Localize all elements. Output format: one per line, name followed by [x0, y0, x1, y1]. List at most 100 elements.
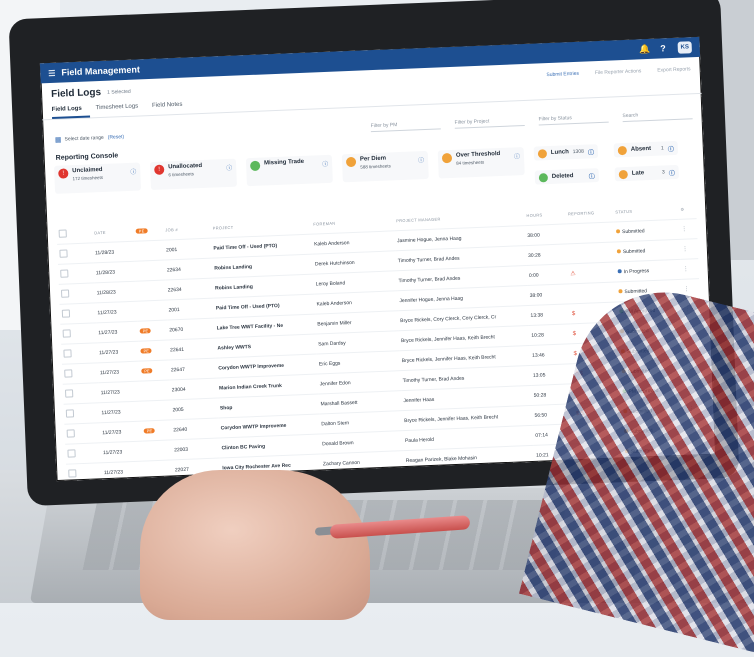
row-checkbox[interactable] [58, 282, 96, 305]
console-mini-card[interactable]: Deleted ⓘ [534, 168, 600, 185]
row-hours: 0:00 [526, 263, 569, 286]
info-icon[interactable]: ⓘ [130, 167, 136, 176]
row-checkbox[interactable] [62, 382, 100, 405]
row-checkbox[interactable] [61, 342, 98, 365]
row-date: 11/27/23 [98, 381, 141, 403]
info-icon[interactable]: ⓘ [226, 163, 232, 172]
row-date: 11/27/23 [96, 341, 139, 363]
date-range-picker[interactable]: ▦ Select date range (Reset) [55, 133, 124, 144]
row-job: 2005 [170, 398, 219, 420]
row-job: 22634 [165, 278, 214, 301]
row-job: 22640 [170, 418, 220, 440]
row-menu-icon[interactable]: ⋮ [680, 258, 700, 280]
date-range-reset[interactable]: (Reset) [108, 134, 125, 141]
console-card[interactable]: Missing Trade ⓘ [245, 154, 333, 187]
mini-card-count: 1 [660, 145, 664, 152]
status-dot-icon [617, 268, 622, 273]
pe-flag-badge: PE [143, 427, 156, 434]
row-menu-icon[interactable]: ⋮ [678, 218, 698, 240]
column-header-hours[interactable]: HOURS [524, 201, 566, 225]
info-icon[interactable]: ⓘ [588, 147, 594, 156]
row-checkbox[interactable] [59, 302, 96, 325]
status-dot-icon: ! [154, 164, 165, 175]
row-flag: PE [138, 359, 170, 382]
status-dot-icon [537, 148, 548, 158]
console-card[interactable]: Over Threshold 84 timesheets ⓘ [437, 147, 525, 179]
submit-entries-link[interactable]: Submit Entries [546, 70, 579, 77]
column-header-job[interactable]: JOB # [163, 216, 211, 240]
status-dot-icon: ! [58, 168, 69, 179]
status-badge: Submitted [622, 247, 646, 255]
notification-icon[interactable]: 🔔 [639, 43, 651, 54]
console-card[interactable]: Per Diem 588 timesheets ⓘ [341, 150, 429, 183]
app-menu-icon[interactable]: ☰ [48, 68, 56, 77]
info-icon[interactable]: ⓘ [418, 155, 424, 164]
row-checkbox[interactable] [63, 402, 100, 425]
row-status: Submitted [613, 219, 680, 242]
console-mini-card[interactable]: Late 3 ⓘ [614, 164, 680, 182]
row-job: 20670 [166, 318, 216, 341]
column-header-reporting[interactable]: REPORTING [565, 200, 613, 224]
row-status: Submitted [614, 239, 681, 262]
row-job: 23004 [169, 378, 218, 400]
console-card-sub: 172 timesheets [72, 174, 104, 182]
row-reporting [567, 241, 616, 264]
tab-field-logs[interactable]: Field Logs [51, 102, 91, 119]
column-header-flag: PE [133, 218, 164, 242]
column-header-foreman[interactable]: FOREMAN [311, 208, 395, 234]
row-job: 2001 [163, 238, 212, 261]
select-all-header[interactable] [56, 220, 92, 244]
status-badge: In Progress [623, 267, 650, 275]
info-icon[interactable]: ⓘ [668, 144, 674, 153]
row-job: 2001 [166, 298, 215, 321]
mini-card-count: 3 [661, 169, 665, 176]
page-title: Field Logs [50, 86, 102, 100]
search-input[interactable]: Search [622, 108, 693, 123]
row-flag [134, 260, 166, 282]
avatar[interactable]: KS [677, 41, 692, 54]
row-date: 11/27/23 [97, 361, 140, 383]
row-flag [135, 280, 167, 302]
row-hours: 38:00 [527, 283, 570, 306]
status-dot-icon [616, 248, 621, 253]
row-checkbox[interactable] [57, 262, 95, 285]
row-flag: PE [137, 320, 168, 342]
row-checkbox[interactable] [65, 462, 103, 482]
row-checkbox[interactable] [57, 242, 94, 265]
filter-pm-select[interactable]: Filter by PM [370, 118, 441, 133]
console-mini-card[interactable]: Absent 1 ⓘ [613, 140, 679, 158]
mini-card-title: Absent [630, 145, 652, 153]
console-card-title: Over Threshold [455, 151, 501, 159]
tab-timesheet-logs[interactable]: Timesheet Logs [95, 100, 146, 117]
row-hours: 30:28 [525, 243, 568, 266]
mini-card-title: Late [631, 170, 645, 177]
filter-status-select[interactable]: Filter by Status [538, 111, 609, 126]
row-checkbox[interactable] [60, 322, 97, 345]
column-header-status[interactable]: STATUS [613, 197, 679, 222]
reporter-actions-link[interactable]: File Reporter Actions [595, 68, 642, 76]
column-settings-icon[interactable]: ⚙ [678, 196, 697, 219]
info-icon[interactable]: ⓘ [322, 159, 328, 168]
row-checkbox[interactable] [65, 442, 102, 465]
help-icon[interactable]: ? [660, 43, 666, 53]
console-card[interactable]: ! Unallocated 6 timesheets ⓘ [149, 158, 237, 191]
date-range-label: Select date range [64, 134, 104, 142]
row-status: In Progress [615, 259, 682, 282]
info-icon[interactable]: ⓘ [589, 171, 595, 180]
row-date: 11/28/23 [94, 281, 137, 303]
export-reports-link[interactable]: Export Reports [657, 66, 691, 73]
console-mini-card[interactable]: Lunch 1308 ⓘ [533, 144, 599, 161]
row-checkbox[interactable] [64, 422, 101, 445]
info-icon[interactable]: ⓘ [669, 168, 675, 177]
row-date: 11/28/23 [93, 261, 136, 283]
console-card[interactable]: ! Unclaimed 172 timesheets ⓘ [54, 162, 142, 194]
info-icon[interactable]: ⓘ [514, 151, 520, 160]
filter-project-select[interactable]: Filter by Project [454, 115, 525, 129]
column-header-date[interactable]: DATE [92, 219, 134, 243]
mini-card-count: 1308 [572, 148, 584, 156]
tab-field-notes[interactable]: Field Notes [152, 98, 191, 115]
row-menu-icon[interactable]: ⋮ [679, 238, 699, 260]
row-flag: PE [141, 419, 172, 442]
page-subtitle: 1 Selected [106, 88, 131, 96]
row-checkbox[interactable] [61, 362, 99, 385]
